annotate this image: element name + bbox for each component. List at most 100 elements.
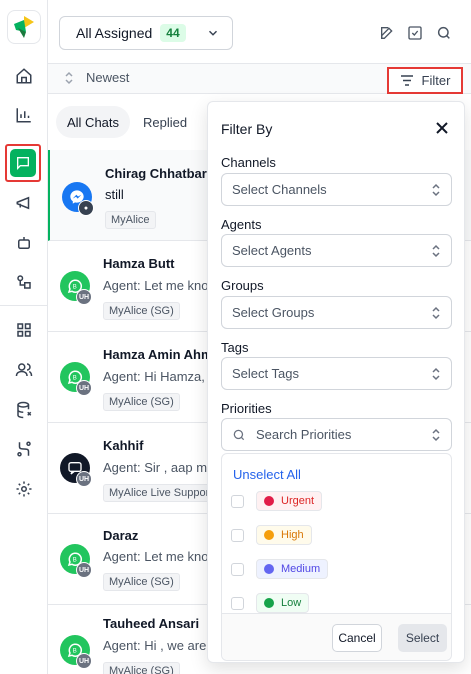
chat-last-message: Agent: Hi , we are here: [103, 638, 207, 653]
svg-text:B: B: [73, 557, 77, 563]
agent-avatar-badge: UH: [76, 653, 92, 669]
svg-text:B: B: [73, 375, 77, 381]
groups-placeholder: Select Groups: [232, 305, 315, 320]
priority-checkbox[interactable]: [231, 596, 244, 610]
agents-label: Agents: [221, 217, 262, 232]
svg-text:B: B: [73, 648, 77, 654]
priority-option-high[interactable]: High: [231, 524, 312, 546]
select-button[interactable]: Select: [398, 624, 447, 652]
home-icon[interactable]: [12, 64, 36, 88]
priority-chip: Medium: [256, 559, 329, 579]
priority-option-urgent[interactable]: Urgent: [231, 490, 323, 512]
svg-text:B: B: [73, 284, 77, 290]
select-checkbox-icon[interactable]: [406, 24, 424, 42]
chat-last-message: Agent: Let me know: [103, 549, 207, 564]
integrations-icon[interactable]: [12, 270, 36, 294]
sort-newest-toggle[interactable]: Newest: [64, 70, 129, 85]
tags-placeholder: Select Tags: [232, 366, 299, 381]
assigned-filter-dropdown[interactable]: All Assigned 44: [59, 16, 233, 50]
inbox-nav-active[interactable]: [5, 144, 41, 182]
agents-placeholder: Select Agents: [232, 243, 312, 258]
priorities-search[interactable]: Search Priorities: [221, 418, 452, 451]
filter-label: Filter: [421, 73, 451, 88]
assigned-label: All Assigned: [76, 25, 153, 41]
cancel-button[interactable]: Cancel: [332, 624, 382, 652]
priority-dot: [264, 598, 274, 608]
chat-source-badge: MyAlice (SG): [103, 573, 180, 591]
priority-checkbox[interactable]: [231, 562, 244, 576]
unselect-all-link[interactable]: Unselect All: [233, 467, 301, 482]
chat-contact-name: Kahhif: [103, 438, 144, 453]
dashboard-grid-icon[interactable]: [12, 318, 36, 342]
search-icon[interactable]: [435, 24, 453, 42]
groups-label: Groups: [221, 278, 264, 293]
chat-source-badge: MyAlice (SG): [103, 662, 180, 674]
priority-label: Low: [281, 597, 302, 609]
chat-last-message: Agent: Sir , aap mujhe: [103, 460, 207, 475]
chat-last-message: Agent: Let me know: [103, 278, 207, 293]
select-updown-icon: [431, 367, 441, 381]
settings-gear-icon[interactable]: [12, 477, 36, 501]
priority-chip: High: [256, 525, 312, 545]
tags-select[interactable]: Select Tags: [221, 357, 452, 390]
priority-chip: Urgent: [256, 491, 323, 511]
customers-icon[interactable]: [12, 358, 36, 382]
bot-icon[interactable]: [12, 231, 36, 255]
priority-checkbox[interactable]: [231, 528, 244, 542]
compose-edit-icon[interactable]: [378, 24, 396, 42]
channels-select[interactable]: Select Channels: [221, 173, 452, 206]
chat-last-message: Agent: Hi Hamza, sorry: [103, 369, 207, 384]
priority-dot: [264, 564, 274, 574]
sidebar-divider: [0, 305, 48, 306]
chat-source-badge: MyAlice (SG): [103, 393, 180, 411]
chat-contact-name: Hamza Butt: [103, 256, 175, 271]
priority-dot: [264, 496, 274, 506]
chat-source-badge: MyAlice (SG): [103, 302, 180, 320]
sort-label: Newest: [86, 70, 130, 85]
sort-bar: Newest Filter: [48, 64, 471, 94]
filter-panel-title: Filter By: [221, 121, 273, 137]
priorities-placeholder: Search Priorities: [256, 427, 352, 442]
select-updown-icon: [431, 306, 441, 320]
priority-label: Urgent: [281, 495, 315, 507]
priorities-dropdown: Unselect All Urgent High Medium Low Canc…: [221, 453, 452, 661]
chat-bubble-icon: [10, 149, 36, 177]
priority-chip: Low: [256, 593, 310, 613]
channels-label: Channels: [221, 155, 276, 170]
agent-avatar-badge: UH: [76, 289, 92, 305]
priority-option-medium[interactable]: Medium: [231, 558, 329, 580]
workflow-icon[interactable]: [12, 437, 36, 461]
select-updown-icon: [431, 183, 441, 197]
chat-contact-name: Hamza Amin Ahmed: [103, 347, 207, 362]
priority-checkbox[interactable]: [231, 494, 244, 508]
app-logo[interactable]: [7, 10, 41, 44]
filter-button[interactable]: Filter: [387, 67, 463, 94]
sort-updown-icon: [64, 71, 74, 85]
chat-contact-name: Chirag Chhatbar: [105, 166, 207, 181]
priority-dot: [264, 530, 274, 540]
chat-contact-name: Daraz: [103, 528, 139, 543]
priorities-footer: Cancel Select: [222, 613, 451, 660]
close-icon[interactable]: [436, 119, 448, 137]
tab-replied[interactable]: Replied: [132, 106, 198, 138]
myalice-logo-icon: [14, 16, 34, 38]
groups-select[interactable]: Select Groups: [221, 296, 452, 329]
chevron-down-icon: [206, 26, 220, 40]
tab-all-chats[interactable]: All Chats: [56, 106, 131, 138]
priorities-label: Priorities: [221, 401, 272, 416]
database-icon[interactable]: [12, 398, 36, 422]
agent-avatar-badge: UH: [76, 562, 92, 578]
agents-select[interactable]: Select Agents: [221, 234, 452, 267]
select-updown-icon: [431, 428, 441, 442]
chat-source-badge: MyAlice Live Support: [103, 484, 219, 502]
priority-option-low[interactable]: Low: [231, 592, 310, 614]
filter-lines-icon: [400, 75, 414, 86]
filter-panel: Filter By Channels Select Channels Agent…: [207, 101, 465, 663]
broadcast-icon[interactable]: [12, 191, 36, 215]
priority-label: Medium: [281, 563, 321, 575]
assigned-count-badge: 44: [160, 24, 186, 42]
avatar-badge: ●: [78, 200, 94, 216]
reports-icon[interactable]: [12, 103, 36, 127]
priority-label: High: [281, 529, 304, 541]
agent-avatar-badge: UH: [76, 380, 92, 396]
